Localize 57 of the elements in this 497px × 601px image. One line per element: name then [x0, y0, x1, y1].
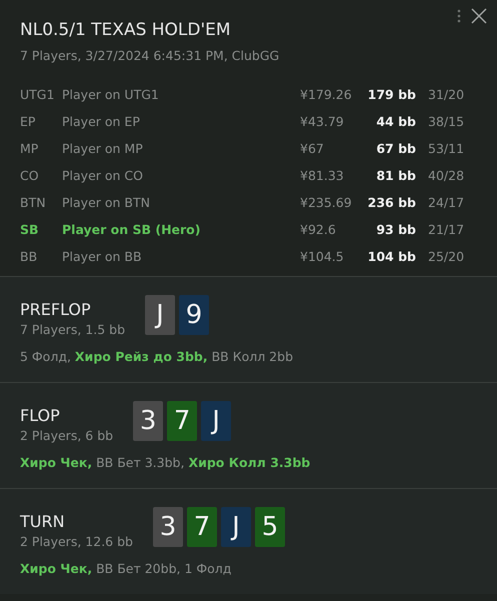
- player-stats: 38/15: [427, 114, 466, 129]
- stack-bb: 67 bb: [375, 141, 416, 156]
- hand-title: NL0.5/1 TEXAS HOLD'EM: [20, 20, 232, 40]
- playing-card: J: [201, 401, 232, 441]
- stack-amount: ¥104.5: [300, 249, 345, 264]
- playing-card: 7: [186, 507, 217, 547]
- playing-card: 7: [167, 401, 198, 441]
- player-stats: 25/20: [427, 249, 466, 264]
- player-stats: 24/17: [427, 195, 466, 210]
- stack-amount: ¥67: [300, 141, 325, 156]
- street-info: 7 Players, 1.5 bb: [20, 322, 126, 337]
- more-icon[interactable]: [457, 9, 461, 23]
- player-stats: 53/11: [427, 141, 466, 156]
- street-info: 2 Players, 12.6 bb: [20, 534, 133, 549]
- playing-card: 5: [254, 507, 285, 547]
- stack-amount: ¥235.69: [300, 195, 353, 210]
- stack-bb: 44 bb: [375, 114, 416, 129]
- player-name: Player on BTN: [62, 195, 151, 210]
- close-icon[interactable]: [471, 8, 487, 24]
- playing-card: 3: [152, 507, 183, 547]
- position-label: MP: [20, 141, 40, 156]
- stack-amount: ¥43.79: [300, 114, 345, 129]
- position-label: BTN: [20, 195, 47, 210]
- stack-amount: ¥92.6: [300, 222, 337, 237]
- player-stats: 31/20: [427, 87, 466, 102]
- position-label: SB: [20, 222, 40, 237]
- position-label: CO: [20, 168, 40, 183]
- stack-amount: ¥81.33: [300, 168, 345, 183]
- action-line: 5 Фолд, Хиро Рейз до 3bb, BB Колл 2bb: [20, 349, 294, 364]
- stack-bb: 104 bb: [366, 249, 416, 264]
- position-label: UTG1: [20, 87, 56, 102]
- street-name: FLOP: [20, 406, 61, 425]
- hand-subtitle: 7 Players, 3/27/2024 6:45:31 PM, ClubGG: [20, 48, 280, 63]
- player-name: Player on BB: [62, 249, 143, 264]
- action-line: Хиро Чек, BB Бет 3.3bb, Хиро Колл 3.3bb: [20, 455, 312, 470]
- playing-card: 9: [179, 295, 210, 335]
- street-info: 2 Players, 6 bb: [20, 428, 114, 443]
- stack-bb: 236 bb: [366, 195, 416, 210]
- street-name: TURN: [20, 512, 66, 531]
- player-name: Player on SB (Hero): [62, 222, 202, 237]
- player-stats: 21/17: [427, 222, 466, 237]
- street-name: PREFLOP: [20, 300, 92, 319]
- position-label: EP: [20, 114, 36, 129]
- action-line: Хиро Чек, BB Бет 20bb, 1 Фолд: [20, 561, 232, 576]
- stack-bb: 81 bb: [375, 168, 416, 183]
- position-label: BB: [20, 249, 38, 264]
- playing-card: J: [220, 507, 251, 547]
- player-stats: 40/28: [427, 168, 466, 183]
- stack-bb: 93 bb: [375, 222, 416, 237]
- playing-card: 3: [133, 401, 164, 441]
- player-name: Player on CO: [62, 168, 144, 183]
- player-name: Player on UTG1: [62, 87, 160, 102]
- stack-bb: 179 bb: [366, 87, 416, 102]
- stack-amount: ¥179.26: [300, 87, 353, 102]
- player-name: Player on MP: [62, 141, 144, 156]
- playing-card: J: [145, 295, 176, 335]
- player-name: Player on EP: [62, 114, 141, 129]
